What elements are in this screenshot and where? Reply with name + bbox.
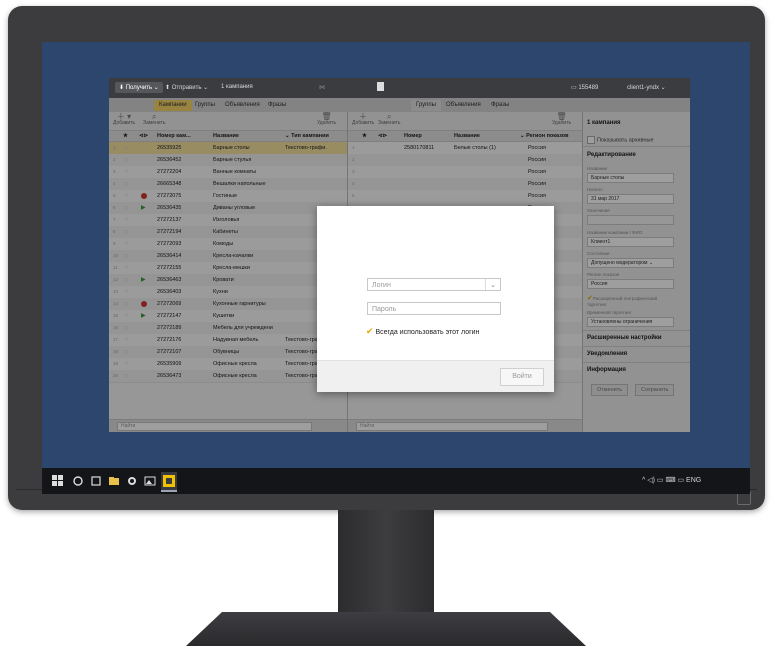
login-dialog: Логин ⌄ Пароль ✔ Всегда использовать это…	[317, 206, 554, 392]
file-explorer-icon[interactable]	[108, 475, 120, 487]
system-tray[interactable]: ^ ◁) ▭ ⌨ ▭ ENG	[642, 476, 701, 484]
app-titlebar: ⬇ Получить ⌄ ⬆ Отправить ⌄ 1 кампания ⋈ …	[109, 78, 690, 98]
desktop-screen: ⬇ Получить ⌄ ⬆ Отправить ⌄ 1 кампания ⋈ …	[42, 42, 750, 494]
direct-commander-window: ⬇ Получить ⌄ ⬆ Отправить ⌄ 1 кампания ⋈ …	[109, 78, 690, 432]
chevron-down-icon[interactable]: ⌄	[485, 279, 500, 290]
checkmark-icon: ✔	[366, 326, 374, 336]
monitor-stand-neck	[338, 510, 434, 616]
windows-start-icon[interactable]	[52, 475, 64, 487]
direct-commander-icon	[163, 475, 175, 487]
user-id-label: ▭ 155489	[571, 85, 599, 91]
send-button[interactable]: ⬆ Отправить ⌄	[165, 84, 208, 91]
sync-icon[interactable]: ⋈	[319, 84, 325, 91]
login-submit-button[interactable]: Войти	[500, 368, 544, 386]
login-combobox[interactable]: Логин ⌄	[367, 278, 501, 291]
dialog-footer: Войти	[317, 360, 554, 392]
password-input[interactable]: Пароль	[367, 302, 501, 315]
settings-gear-icon[interactable]	[126, 475, 138, 487]
panel-icon[interactable]	[377, 82, 384, 91]
active-app-tile[interactable]	[161, 472, 177, 492]
campaign-count-label: 1 кампания	[221, 84, 253, 90]
remember-login-label: Всегда использовать этот логин	[375, 329, 480, 336]
monitor-bezel: ⬇ Получить ⌄ ⬆ Отправить ⌄ 1 кампания ⋈ …	[8, 6, 765, 510]
search-icon[interactable]	[72, 475, 84, 487]
get-button[interactable]: ⬇ Получить ⌄	[115, 82, 163, 93]
monitor-stand-base	[186, 612, 586, 646]
remember-login-checkbox[interactable]: ✔ Всегда использовать этот логин	[366, 326, 479, 337]
taskbar: ^ ◁) ▭ ⌨ ▭ ENG	[42, 468, 750, 494]
login-input[interactable]: Логин	[372, 282, 391, 289]
task-view-icon[interactable]	[90, 475, 102, 487]
client-selector[interactable]: client1-yndx ⌄	[627, 84, 666, 91]
photos-icon[interactable]	[144, 475, 156, 487]
